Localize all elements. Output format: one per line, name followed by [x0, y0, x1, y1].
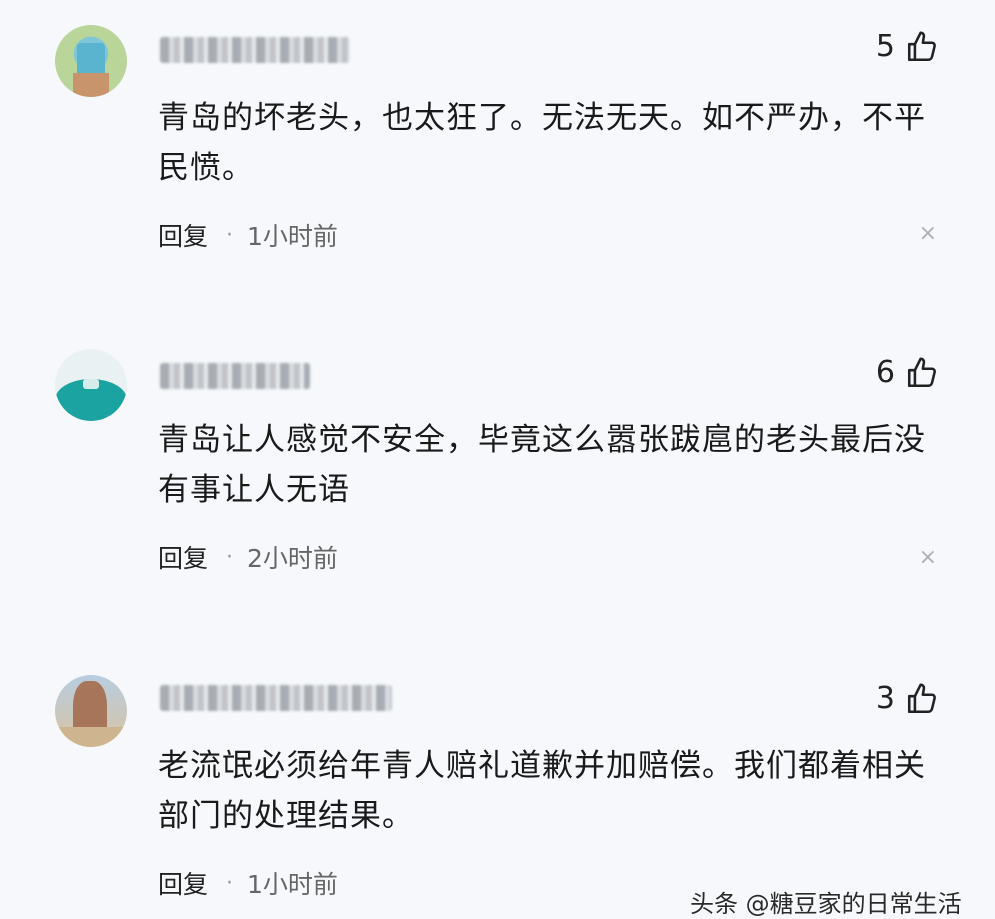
- avatar[interactable]: [55, 25, 127, 97]
- avatar-base: [73, 73, 109, 97]
- meta-separator: ·: [226, 222, 234, 248]
- like-count: 3: [875, 681, 895, 716]
- timestamp: 2小时前: [247, 544, 338, 573]
- comment-meta: 回复 · 1小时前: [158, 865, 338, 901]
- thumbs-up-icon[interactable]: [905, 682, 939, 716]
- source-watermark: 头条 @糖豆家的日常生活: [690, 890, 962, 918]
- thumbs-up-icon[interactable]: [905, 356, 939, 390]
- avatar[interactable]: [55, 349, 127, 421]
- meta-separator: ·: [226, 870, 234, 896]
- reply-button[interactable]: 回复: [158, 865, 208, 901]
- like-control[interactable]: 6: [876, 355, 939, 390]
- close-icon[interactable]: ×: [919, 547, 937, 569]
- timestamp: 1小时前: [247, 870, 338, 899]
- like-control[interactable]: 3: [876, 681, 939, 716]
- comment-item-3: 3 老流氓必须给年青人赔礼道歉并加赔偿。我们都着相关部门的处理结果。 回复 · …: [0, 675, 995, 911]
- reply-button[interactable]: 回复: [158, 217, 208, 253]
- avatar-base: [55, 727, 127, 747]
- comment-text: 老流氓必须给年青人赔礼道歉并加赔偿。我们都着相关部门的处理结果。: [158, 748, 926, 834]
- meta-separator: ·: [226, 544, 234, 570]
- avatar-figure: [77, 43, 105, 77]
- like-control[interactable]: 5: [876, 29, 939, 64]
- avatar-mark: [83, 379, 99, 389]
- comment-item-1: 5 青岛的坏老头，也太狂了。无法无天。如不严办，不平民愤。 回复 · 1小时前 …: [0, 25, 995, 265]
- close-icon[interactable]: ×: [919, 223, 937, 245]
- comment-text: 青岛的坏老头，也太狂了。无法无天。如不严办，不平民愤。: [158, 100, 926, 186]
- like-count: 5: [875, 29, 895, 64]
- like-count: 6: [875, 355, 895, 390]
- username-blurred[interactable]: [160, 363, 310, 389]
- comment-meta: 回复 · 1小时前: [158, 217, 338, 253]
- username-blurred[interactable]: [160, 37, 350, 63]
- reply-button[interactable]: 回复: [158, 539, 208, 575]
- timestamp: 1小时前: [247, 222, 338, 251]
- thumbs-up-icon[interactable]: [905, 30, 939, 64]
- comment-text: 青岛让人感觉不安全，毕竟这么嚣张跋扈的老头最后没有事让人无语: [158, 422, 926, 508]
- comment-item-2: 6 青岛让人感觉不安全，毕竟这么嚣张跋扈的老头最后没有事让人无语 回复 · 2小…: [0, 349, 995, 589]
- avatar[interactable]: [55, 675, 127, 747]
- username-blurred[interactable]: [160, 685, 392, 711]
- comment-meta: 回复 · 2小时前: [158, 539, 338, 575]
